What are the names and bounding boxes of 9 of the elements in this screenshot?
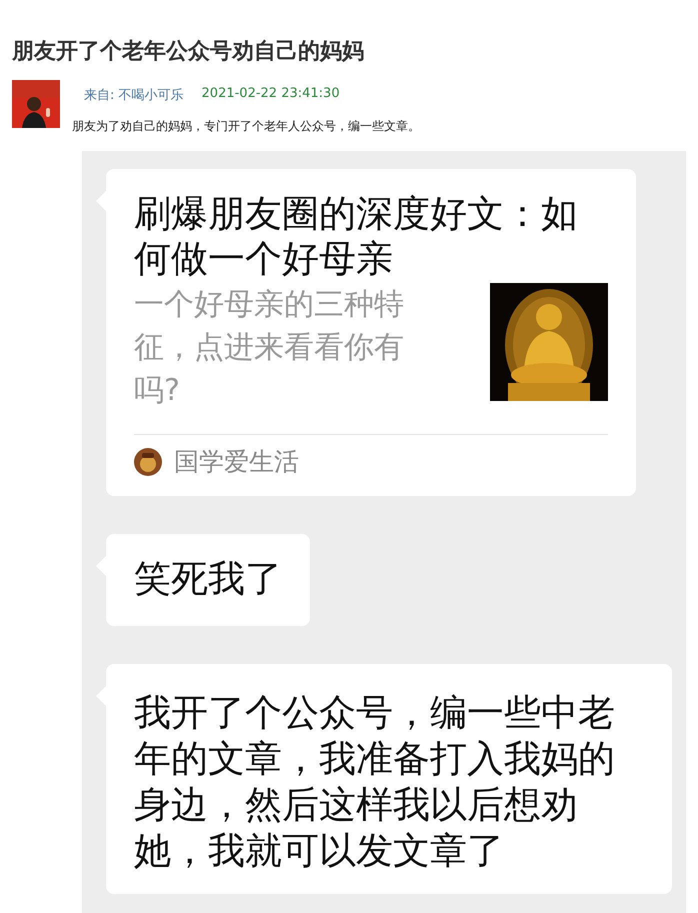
article-description: 一个好母亲的三种特征，点进来看看你有吗? — [134, 286, 405, 410]
message-text: 我开了个公众号，编一些中老年的文章，我准备打入我妈的身边，然后这样我以后想劝她，我就可以发文章了 — [133, 690, 616, 874]
post-time: 2021-02-22 23:41:30 — [202, 86, 340, 103]
article-title: 刷爆朋友圈的深度好文：如何做一个好母亲 — [134, 191, 579, 281]
message-text: 笑死我了 — [133, 556, 283, 602]
post-title: 朋友开了个老年公众号劝自己的妈妈 — [12, 38, 365, 66]
author-link[interactable]: 来自: 不喝小可乐 — [84, 86, 184, 104]
post-summary: 朋友为了劝自己的妈妈，专门开了个老年人公众号，编一些文章。 — [72, 118, 420, 135]
account-name: 国学爱生活 — [174, 446, 299, 478]
